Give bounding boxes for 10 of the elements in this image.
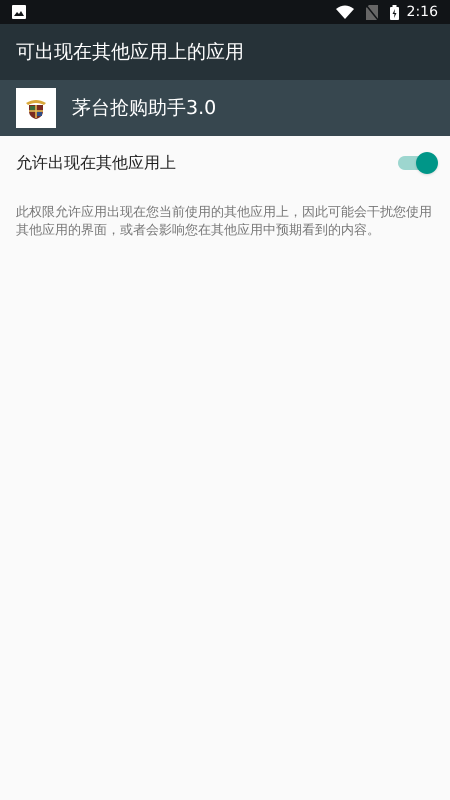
app-name: 茅台抢购助手3.0 (72, 96, 216, 121)
no-sim-icon (366, 4, 378, 20)
setting-label: 允许出现在其他应用上 (16, 152, 177, 174)
status-time: 2:16 (406, 2, 438, 22)
battery-icon (390, 4, 399, 20)
toolbar-title: 可出现在其他应用上的应用 (16, 40, 244, 65)
image-icon (12, 5, 26, 19)
app-icon (16, 88, 56, 128)
description-text: 此权限允许应用出现在您当前使用的其他应用上，因此可能会干扰您使用其他应用的界面，或者会影响您在其他应用中预期看到的内容。 (15, 204, 433, 240)
wifi-icon (336, 5, 354, 19)
